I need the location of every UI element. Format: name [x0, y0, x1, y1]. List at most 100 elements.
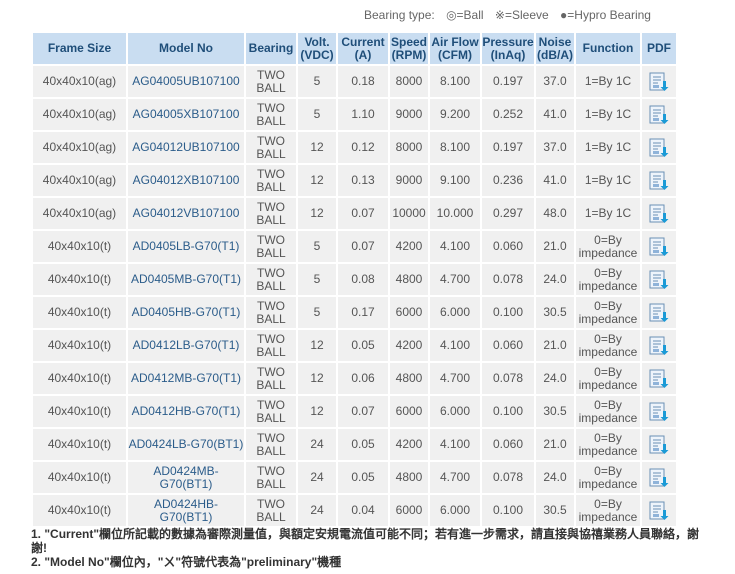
legend-ball: ◎=Ball — [446, 8, 484, 22]
cell-function: 0=By impedance — [576, 330, 640, 361]
cell-function: 0=By impedance — [576, 462, 640, 493]
cell-model-no[interactable]: AD0424HB-G70(BT1) — [128, 495, 244, 526]
cell-model-no[interactable]: AD0424MB-G70(BT1) — [128, 462, 244, 493]
cell-current: 0.07 — [338, 198, 388, 229]
footnote-1: 1. "Current"欄位所記載的數據為審際測量值，與額定安規電流值可能不同；… — [31, 527, 700, 555]
cell-pdf — [642, 264, 676, 295]
cell-pdf — [642, 66, 676, 97]
pdf-download-icon[interactable] — [649, 138, 669, 158]
pdf-download-icon[interactable] — [649, 435, 669, 455]
pdf-download-icon[interactable] — [649, 237, 669, 257]
cell-volt: 24 — [298, 429, 336, 460]
cell-function: 0=By impedance — [576, 363, 640, 394]
cell-frame-size: 40x40x10(t) — [33, 396, 126, 427]
cell-model-no[interactable]: AG04012XB107100 — [128, 165, 244, 196]
cell-pressure: 0.100 — [482, 297, 534, 328]
cell-model-no[interactable]: AD0424LB-G70(BT1) — [128, 429, 244, 460]
cell-model-no[interactable]: AG04005XB107100 — [128, 99, 244, 130]
cell-model-no[interactable]: AD0412LB-G70(T1) — [128, 330, 244, 361]
cell-current: 0.17 — [338, 297, 388, 328]
cell-model-no[interactable]: AD0405MB-G70(T1) — [128, 264, 244, 295]
cell-pressure: 0.297 — [482, 198, 534, 229]
cell-speed: 8000 — [390, 132, 428, 163]
cell-model-no[interactable]: AG04012UB107100 — [128, 132, 244, 163]
cell-pdf — [642, 462, 676, 493]
cell-airflow: 4.100 — [430, 231, 480, 262]
legend-label: Bearing type: — [364, 8, 435, 22]
cell-function: 1=By 1C — [576, 165, 640, 196]
cell-model-no[interactable]: AD0412MB-G70(T1) — [128, 363, 244, 394]
cell-airflow: 8.100 — [430, 132, 480, 163]
pdf-download-icon[interactable] — [649, 303, 669, 323]
cell-airflow: 4.700 — [430, 462, 480, 493]
cell-model-no[interactable]: AG04012VB107100 — [128, 198, 244, 229]
cell-pressure: 0.078 — [482, 462, 534, 493]
table-row: 40x40x10(t) AD0405MB-G70(T1) TWO BALL 5 0… — [33, 264, 676, 295]
cell-function: 0=By impedance — [576, 396, 640, 427]
pdf-download-icon[interactable] — [649, 369, 669, 389]
cell-pressure: 0.060 — [482, 231, 534, 262]
cell-function: 0=By impedance — [576, 297, 640, 328]
pdf-download-icon[interactable] — [649, 204, 669, 224]
cell-model-no[interactable]: AD0405HB-G70(T1) — [128, 297, 244, 328]
cell-airflow: 4.100 — [430, 330, 480, 361]
cell-model-no[interactable]: AG04005UB107100 — [128, 66, 244, 97]
cell-pdf — [642, 330, 676, 361]
cell-function: 0=By impedance — [576, 231, 640, 262]
pdf-download-icon[interactable] — [649, 72, 669, 92]
cell-pressure: 0.236 — [482, 165, 534, 196]
cell-model-no[interactable]: AD0412HB-G70(T1) — [128, 396, 244, 427]
cell-speed: 9000 — [390, 165, 428, 196]
cell-noise: 24.0 — [536, 462, 574, 493]
cell-pressure: 0.078 — [482, 264, 534, 295]
cell-pdf — [642, 363, 676, 394]
cell-airflow: 9.200 — [430, 99, 480, 130]
cell-speed: 8000 — [390, 66, 428, 97]
cell-noise: 21.0 — [536, 330, 574, 361]
header-function: Function — [576, 33, 640, 64]
table-row: 40x40x10(t) AD0424LB-G70(BT1) TWO BALL 24… — [33, 429, 676, 460]
table-row: 40x40x10(ag) AG04012VB107100 TWO BALL 12 … — [33, 198, 676, 229]
pdf-download-icon[interactable] — [649, 501, 669, 521]
pdf-download-icon[interactable] — [649, 171, 669, 191]
footnote-2: 2. "Model No"欄位內，"ㄨ"符號代表為"preliminary"機種 — [31, 555, 342, 569]
header-current: Current (A) — [338, 33, 388, 64]
cell-frame-size: 40x40x10(ag) — [33, 132, 126, 163]
cell-airflow: 6.000 — [430, 396, 480, 427]
header-airflow: Air Flow (CFM) — [430, 33, 480, 64]
cell-bearing: TWO BALL — [246, 330, 296, 361]
cell-speed: 9000 — [390, 99, 428, 130]
cell-pdf — [642, 132, 676, 163]
cell-speed: 10000 — [390, 198, 428, 229]
cell-frame-size: 40x40x10(ag) — [33, 99, 126, 130]
header-pdf: PDF — [642, 33, 676, 64]
fan-spec-table: Frame Size Model No Bearing Volt. (VDC) C… — [31, 31, 678, 528]
cell-frame-size: 40x40x10(t) — [33, 231, 126, 262]
cell-noise: 24.0 — [536, 363, 574, 394]
cell-volt: 5 — [298, 297, 336, 328]
cell-pressure: 0.060 — [482, 429, 534, 460]
cell-function: 1=By 1C — [576, 132, 640, 163]
pdf-download-icon[interactable] — [649, 468, 669, 488]
cell-bearing: TWO BALL — [246, 462, 296, 493]
pdf-download-icon[interactable] — [649, 402, 669, 422]
cell-volt: 5 — [298, 231, 336, 262]
pdf-download-icon[interactable] — [649, 336, 669, 356]
cell-speed: 4200 — [390, 231, 428, 262]
cell-pdf — [642, 99, 676, 130]
cell-frame-size: 40x40x10(ag) — [33, 66, 126, 97]
cell-bearing: TWO BALL — [246, 396, 296, 427]
table-row: 40x40x10(t) AD0405HB-G70(T1) TWO BALL 5 0… — [33, 297, 676, 328]
cell-noise: 30.5 — [536, 396, 574, 427]
cell-current: 0.07 — [338, 231, 388, 262]
cell-current: 0.05 — [338, 429, 388, 460]
cell-current: 0.06 — [338, 363, 388, 394]
cell-bearing: TWO BALL — [246, 495, 296, 526]
cell-model-no[interactable]: AD0405LB-G70(T1) — [128, 231, 244, 262]
pdf-download-icon[interactable] — [649, 105, 669, 125]
cell-pdf — [642, 495, 676, 526]
cell-airflow: 8.100 — [430, 66, 480, 97]
pdf-download-icon[interactable] — [649, 270, 669, 290]
cell-speed: 4200 — [390, 330, 428, 361]
cell-noise: 41.0 — [536, 99, 574, 130]
